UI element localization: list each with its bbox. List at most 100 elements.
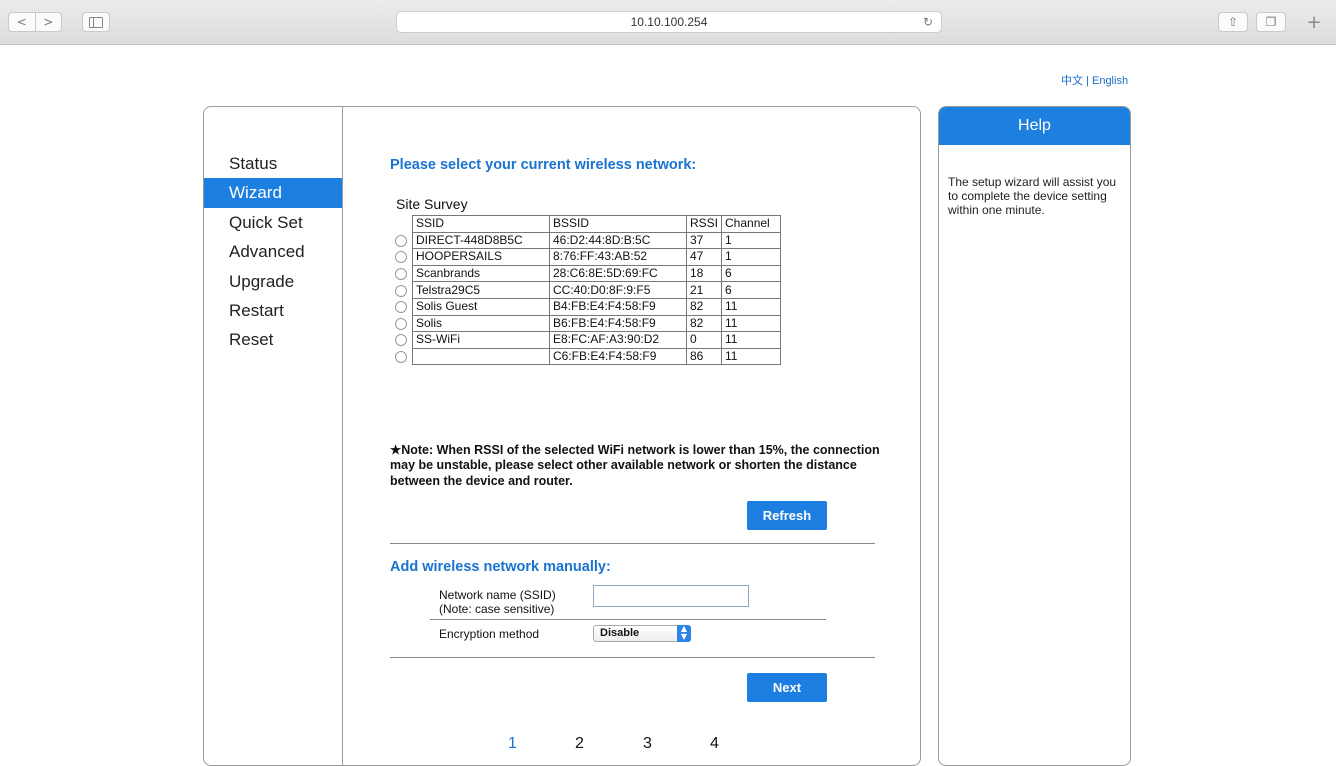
select-network-heading: Please select your current wireless netw… (390, 157, 697, 173)
network-radio[interactable] (395, 334, 407, 347)
table-row[interactable]: Telstra29C5 CC:40:D0:8F:9:F5 21 6 (393, 281, 782, 299)
ssid-cell: SS-WiFi (412, 331, 550, 349)
panel-divider (342, 107, 343, 765)
ssid-cell: Solis Guest (412, 297, 550, 316)
help-title: Help (939, 107, 1130, 145)
step-3[interactable]: 3 (643, 735, 652, 753)
table-row[interactable]: Solis B6:FB:E4:F4:58:F9 82 11 (393, 314, 782, 333)
site-survey-table: SSID BSSID RSSI Channel DIRECT-448D8B5C … (393, 215, 782, 366)
bssid-cell: B6:FB:E4:F4:58:F9 (549, 314, 687, 333)
encryption-label: Encryption method (439, 627, 540, 641)
rssi-cell: 37 (685, 231, 723, 250)
column-header-channel: Channel (721, 215, 782, 233)
sidebar-icon (89, 16, 103, 28)
language-switch: 中文 | English (1061, 72, 1128, 88)
column-header-ssid: SSID (412, 215, 550, 233)
channel-cell: 6 (721, 264, 782, 283)
rssi-note: ★Note: When RSSI of the selected WiFi ne… (390, 443, 880, 488)
table-row[interactable]: HOOPERSAILS 8:76:FF:43:AB:52 47 1 (393, 248, 782, 266)
main-panel: Status Wizard Quick Set Advanced Upgrade… (203, 106, 921, 766)
refresh-button[interactable]: Refresh (747, 501, 827, 530)
lang-separator: | (1086, 75, 1089, 87)
ssid-cell: Solis (412, 314, 550, 333)
table-row[interactable]: DIRECT-448D8B5C 46:D2:44:8D:B:5C 37 1 (393, 231, 782, 250)
form-divider (430, 619, 826, 620)
forward-icon[interactable]: > (36, 13, 62, 31)
rssi-cell: 21 (685, 281, 723, 299)
bssid-cell: E8:FC:AF:A3:90:D2 (549, 331, 687, 349)
column-header-bssid: BSSID (549, 215, 687, 233)
rssi-cell: 18 (685, 264, 723, 283)
address-bar[interactable]: 10.10.100.254 ↻ (396, 11, 942, 33)
channel-cell: 6 (721, 281, 782, 299)
share-icon: ⇧ (1227, 15, 1239, 29)
ssid-cell: Telstra29C5 (412, 281, 550, 299)
bssid-cell: 28:C6:8E:5D:69:FC (549, 264, 687, 283)
new-tab-button[interactable]: + (1300, 11, 1328, 33)
channel-cell: 1 (721, 231, 782, 250)
channel-cell: 11 (721, 347, 782, 366)
table-row[interactable]: Solis Guest B4:FB:E4:F4:58:F9 82 11 (393, 297, 782, 316)
sidebar-item-upgrade[interactable]: Upgrade (204, 267, 342, 296)
section-divider (390, 543, 875, 544)
help-panel: Help The setup wizard will assist you to… (938, 106, 1131, 766)
channel-cell: 11 (721, 331, 782, 349)
site-survey-title: Site Survey (396, 196, 468, 212)
encryption-value: Disable (600, 627, 640, 639)
bssid-cell: CC:40:D0:8F:9:F5 (549, 281, 687, 299)
ssid-cell: Scanbrands (412, 264, 550, 283)
network-radio[interactable] (395, 317, 407, 330)
rssi-cell: 0 (685, 331, 723, 349)
share-button[interactable]: ⇧ (1218, 12, 1248, 32)
reload-icon[interactable]: ↻ (923, 12, 933, 32)
step-1[interactable]: 1 (508, 735, 517, 753)
network-radio[interactable] (395, 284, 407, 297)
ssid-label-line2: (Note: case sensitive) (439, 602, 555, 616)
sidebar-menu: Status Wizard Quick Set Advanced Upgrade… (204, 149, 342, 355)
sidebar-toggle-button[interactable] (82, 12, 110, 32)
network-radio[interactable] (395, 350, 407, 363)
sidebar-item-advanced[interactable]: Advanced (204, 237, 342, 266)
back-icon[interactable]: < (9, 13, 36, 31)
plus-icon: + (1306, 11, 1322, 33)
sidebar-item-restart[interactable]: Restart (204, 296, 342, 325)
step-2[interactable]: 2 (575, 735, 584, 753)
rssi-cell: 86 (685, 347, 723, 366)
network-radio[interactable] (395, 301, 407, 314)
manual-network-heading: Add wireless network manually: (390, 559, 611, 575)
ssid-cell: DIRECT-448D8B5C (412, 231, 550, 250)
section-divider (390, 657, 875, 658)
tabs-overview-button[interactable]: ❐ (1256, 12, 1286, 32)
table-row[interactable]: SS-WiFi E8:FC:AF:A3:90:D2 0 11 (393, 331, 782, 349)
rssi-cell: 82 (685, 314, 723, 333)
table-row[interactable]: C6:FB:E4:F4:58:F9 86 11 (393, 347, 782, 366)
column-header-rssi: RSSI (685, 215, 723, 233)
select-arrows-icon: ▲ ▼ (677, 625, 691, 642)
step-4[interactable]: 4 (710, 735, 719, 753)
lang-english-link[interactable]: English (1092, 75, 1128, 87)
network-radio[interactable] (395, 267, 407, 280)
table-row[interactable]: Scanbrands 28:C6:8E:5D:69:FC 18 6 (393, 264, 782, 283)
bssid-cell: 46:D2:44:8D:B:5C (549, 231, 687, 250)
sidebar-item-wizard[interactable]: Wizard (204, 178, 342, 208)
bssid-cell: 8:76:FF:43:AB:52 (549, 248, 687, 266)
tabs-icon: ❐ (1265, 15, 1277, 29)
encryption-select[interactable]: Disable ▲ ▼ (593, 625, 691, 642)
network-radio[interactable] (395, 234, 407, 247)
history-nav: < > (8, 12, 62, 32)
sidebar-item-status[interactable]: Status (204, 149, 342, 178)
sidebar-item-quick-set[interactable]: Quick Set (204, 208, 342, 237)
rssi-cell: 82 (685, 297, 723, 316)
lang-chinese-link[interactable]: 中文 (1061, 75, 1083, 87)
ssid-input[interactable] (593, 585, 749, 607)
network-radio[interactable] (395, 251, 407, 264)
ssid-label-line1: Network name (SSID) (439, 588, 556, 602)
ssid-cell (412, 347, 550, 366)
ssid-label: Network name (SSID) (Note: case sensitiv… (439, 588, 556, 616)
browser-toolbar: < > 10.10.100.254 ↻ ⇧ ❐ + (0, 0, 1336, 45)
table-header-row: SSID BSSID RSSI Channel (393, 215, 782, 233)
rssi-cell: 47 (685, 248, 723, 266)
next-button[interactable]: Next (747, 673, 827, 702)
sidebar-item-reset[interactable]: Reset (204, 325, 342, 354)
channel-cell: 1 (721, 248, 782, 266)
